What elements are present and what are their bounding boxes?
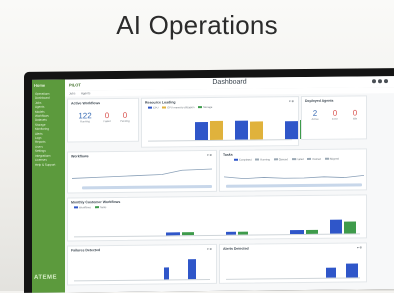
failure-bar — [188, 259, 196, 280]
kpi-label: Error — [332, 117, 338, 121]
kpi-error: 0 Error — [326, 108, 344, 121]
panel-title: Deployed Agents — [305, 98, 334, 103]
panel-title: Alerts Detected — [223, 246, 249, 251]
alert-bar — [346, 263, 358, 278]
panel-options-icon[interactable]: ▾ ⊕ — [207, 247, 212, 251]
tab-agents[interactable]: Agents — [81, 91, 90, 95]
monthly-bar — [330, 219, 342, 234]
kpi-value: 122 — [78, 111, 92, 121]
legend-swatch — [162, 106, 167, 109]
legend-label: Tasks — [99, 206, 107, 210]
kpi-pending: 0 Pending — [116, 110, 134, 123]
kpi-label: Failed — [103, 120, 111, 124]
kpi-value: 0 — [332, 108, 338, 118]
resource-loading-panel: Resource Loading CPU GPU memory utilizat… — [141, 96, 313, 148]
legend-label: Running — [260, 158, 270, 162]
kpi-failed: 0 Failed — [98, 111, 116, 124]
tasks-sparkline — [224, 174, 364, 180]
notification-icon[interactable] — [378, 79, 382, 84]
legend-label: GPU memory utilization — [167, 106, 195, 110]
range-scrollbar[interactable] — [82, 184, 212, 190]
kpi-label: Active — [311, 117, 319, 121]
range-scrollbar[interactable] — [226, 183, 362, 188]
kpi-label: Running — [80, 120, 90, 124]
resource-bar — [210, 121, 223, 140]
dashboard-screen: Home Operations Dashboard Jobs Agents Mo… — [32, 76, 394, 293]
kpi-value: 0 — [352, 108, 358, 118]
chart-axis — [226, 277, 360, 280]
legend-label: Workflows — [79, 206, 91, 210]
panel-title: Failures Detected — [71, 248, 101, 253]
legend-label: Storage — [203, 105, 213, 110]
resource-bar — [235, 120, 248, 140]
sidebar-home-link[interactable]: Home — [34, 83, 45, 88]
chart-axis — [74, 278, 210, 282]
tab-jobs[interactable]: Jobs — [69, 91, 75, 95]
workflows-panel: Workflows ▾ ⊕ — [67, 149, 217, 194]
brand-logo: ATEME — [34, 274, 58, 281]
chart-legend: CPU GPU memory utilization Storage — [148, 106, 212, 110]
deployed-agents-panel: Deployed Agents 2 Active 0 Error 0 Idle — [301, 95, 367, 141]
legend-label: Retried — [312, 157, 321, 161]
sidebar: Home Operations Dashboard Jobs Agents Mo… — [32, 79, 65, 293]
sidebar-menu: Operations Dashboard Jobs Agents Models … — [35, 92, 63, 167]
alerts-panel: Alerts Detected ▾ ⊕ — [219, 242, 367, 284]
legend-label: Skipped — [329, 157, 339, 161]
kpi-label: Pending — [120, 119, 130, 123]
chart-legend: Completed Running Queued Failed Retried … — [234, 158, 339, 162]
panel-options-icon[interactable]: ▾ ⊕ — [289, 99, 294, 103]
kpi-idle: 0 Idle — [346, 108, 364, 121]
sidebar-item[interactable]: Help & Support — [35, 162, 63, 167]
user-avatar-icon[interactable] — [384, 79, 388, 84]
panel-title: Workflows — [71, 154, 89, 159]
wall-signage-title: AI Operations — [116, 10, 278, 40]
monthly-workflows-panel: Monthly Customer Workflows Workflows Tas… — [67, 194, 367, 242]
kpi-value: 0 — [122, 110, 128, 120]
settings-icon[interactable] — [372, 79, 376, 84]
legend-swatch — [148, 106, 152, 109]
resource-bar-chart — [142, 97, 313, 141]
legend-label: Completed — [239, 158, 252, 162]
kpi-value: 0 — [104, 111, 110, 121]
panel-title: Monthly Customer Workflows — [71, 199, 121, 205]
legend-swatch — [198, 106, 203, 109]
kpi-active: 2 Active — [306, 108, 324, 121]
legend-label: Failed — [296, 158, 304, 162]
resource-bar — [250, 121, 263, 140]
monthly-bar — [344, 221, 356, 234]
legend-label: CPU — [153, 106, 159, 110]
monitor: Home Operations Dashboard Jobs Agents Mo… — [24, 68, 394, 293]
chart-axis — [74, 233, 360, 238]
active-workflows-panel: Active Workflows 122 Running 0 Failed 0 … — [67, 97, 139, 143]
panel-options-icon[interactable]: ▾ ⊕ — [207, 153, 212, 157]
panel-title: Tasks — [223, 152, 233, 157]
tasks-panel: Tasks Completed Running Queued Failed Re… — [219, 148, 367, 192]
alert-bar — [326, 267, 336, 278]
failures-panel: Failures Detected ▾ ⊕ — [67, 243, 217, 286]
kpi-running: 122 Running — [72, 111, 98, 124]
resource-bar — [195, 122, 208, 141]
chart-axis — [148, 139, 292, 142]
failure-bar — [164, 267, 169, 280]
page-title: Dashboard — [212, 78, 247, 86]
panel-options-icon[interactable]: ▾ ⊕ — [357, 245, 362, 249]
monthly-bar-chart — [68, 195, 366, 236]
resource-bar — [285, 120, 298, 140]
workflows-sparkline — [72, 168, 212, 179]
chart-legend: Workflows Tasks — [74, 206, 106, 209]
kpi-label: Idle — [352, 117, 358, 121]
legend-label: Queued — [278, 158, 288, 162]
panel-title: Active Workflows — [71, 101, 101, 106]
kpi-value: 2 — [312, 108, 318, 118]
panel-title: Resource Loading — [145, 100, 176, 105]
